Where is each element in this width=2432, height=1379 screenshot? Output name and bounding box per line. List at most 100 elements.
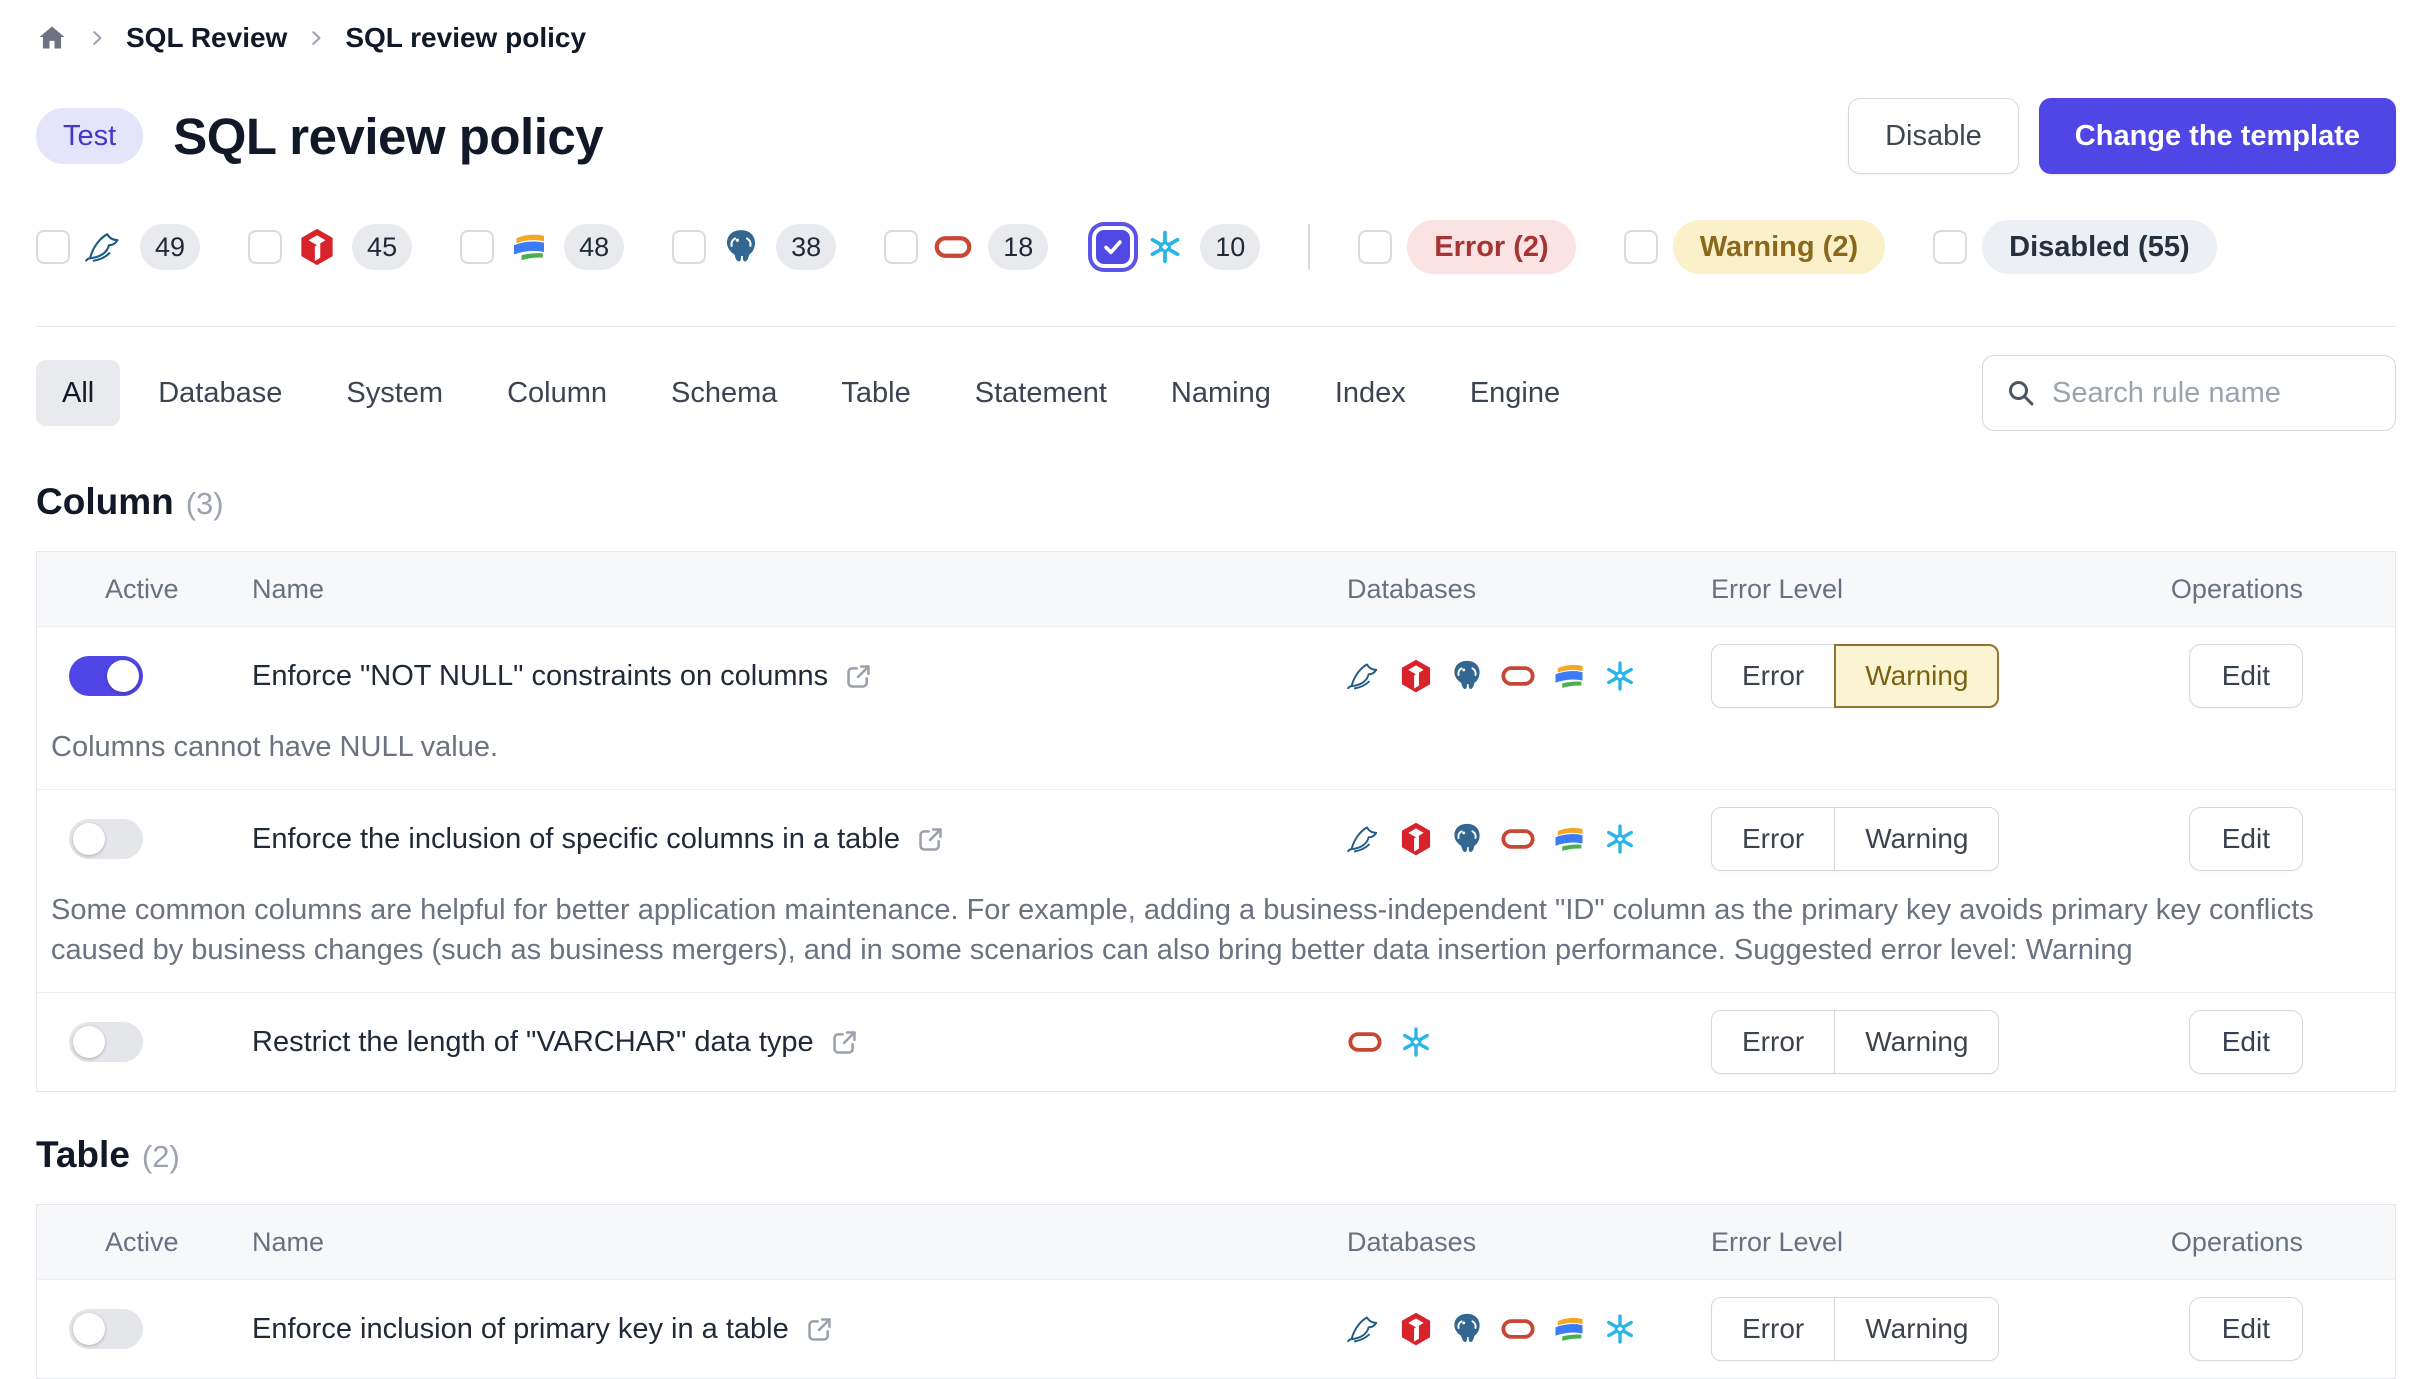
filter-level-warning[interactable]: Warning (2) [1624,220,1885,274]
snowflake-icon [1602,1311,1638,1347]
active-toggle[interactable] [69,819,143,859]
edit-button[interactable]: Edit [2189,1010,2303,1074]
external-link-icon[interactable] [805,1315,834,1344]
filter-engine-oceanbase[interactable]: 48 [460,224,624,270]
oceanbase-checkbox[interactable] [460,230,494,264]
tab-column[interactable]: Column [481,360,633,426]
postgresql-rule-count: 38 [776,224,836,270]
check-icon [1100,234,1126,260]
tidb-checkbox[interactable] [248,230,282,264]
home-icon[interactable] [36,22,68,54]
oracle-icon [1500,1311,1536,1347]
active-toggle[interactable] [69,1022,143,1062]
edit-button[interactable]: Edit [2189,807,2303,871]
warning-level-button[interactable]: Warning [1834,644,1999,708]
tidb-icon [1398,1311,1434,1347]
error-level-button[interactable]: Error [1711,644,1834,708]
rule-databases [1303,1024,1683,1060]
tidb-icon [1398,821,1434,857]
tab-database[interactable]: Database [132,360,308,426]
tab-system[interactable]: System [320,360,469,426]
col-header-name: Name [252,574,1303,605]
snowflake-icon [1145,227,1185,267]
tab-naming[interactable]: Naming [1145,360,1297,426]
filter-bar: 49 45 48 38 18 10 Er [36,220,2396,274]
toggle-knob [73,823,105,855]
snowflake-icon [1398,1024,1434,1060]
section-count: (3) [186,486,224,522]
error-level-button[interactable]: Error [1711,807,1834,871]
col-header-databases: Databases [1303,1227,1683,1258]
active-toggle[interactable] [69,1309,143,1349]
warning-level-button[interactable]: Warning [1834,807,1999,871]
error-checkbox[interactable] [1358,230,1392,264]
error-level-button[interactable]: Error [1711,1297,1834,1361]
disabled-checkbox[interactable] [1933,230,1967,264]
snowflake-checkbox[interactable] [1096,230,1130,264]
filter-engine-snowflake[interactable]: 10 [1096,224,1260,270]
postgresql-checkbox[interactable] [672,230,706,264]
search-input[interactable] [2052,377,2373,410]
oracle-checkbox[interactable] [884,230,918,264]
rule-databases [1303,658,1683,694]
tab-index[interactable]: Index [1309,360,1432,426]
rule-name-link[interactable]: Enforce "NOT NULL" constraints on column… [252,660,828,693]
active-toggle[interactable] [69,656,143,696]
filter-engine-oracle[interactable]: 18 [884,224,1048,270]
external-link-icon[interactable] [844,662,873,691]
filter-engine-postgresql[interactable]: 38 [672,224,836,270]
warning-level-button[interactable]: Warning [1834,1010,1999,1074]
rule-name-link[interactable]: Enforce the inclusion of specific column… [252,823,900,856]
filter-engine-mysql[interactable]: 49 [36,224,200,270]
rule-name-link[interactable]: Restrict the length of "VARCHAR" data ty… [252,1026,814,1059]
category-tabs: All Database System Column Schema Table … [36,360,1586,426]
oracle-rule-count: 18 [988,224,1048,270]
filter-engine-tidb[interactable]: 45 [248,224,412,270]
mysql-checkbox[interactable] [36,230,70,264]
oceanbase-icon [1551,658,1587,694]
postgresql-icon [1449,1311,1485,1347]
mysql-icon [1347,658,1383,694]
external-link-icon[interactable] [830,1028,859,1057]
tab-schema[interactable]: Schema [645,360,803,426]
chevron-right-icon [305,27,327,49]
disabled-count-pill: Disabled (55) [1982,220,2217,274]
tab-statement[interactable]: Statement [949,360,1133,426]
breadcrumb-item-sql-review[interactable]: SQL Review [126,22,287,54]
section-name: Table [36,1134,130,1176]
search-box[interactable] [1982,355,2396,431]
col-header-error-level: Error Level [1683,574,2093,605]
change-template-button[interactable]: Change the template [2039,98,2396,174]
postgresql-icon [1449,658,1485,694]
oceanbase-icon [509,227,549,267]
mysql-icon [1347,1311,1383,1347]
warning-level-button[interactable]: Warning [1834,1297,1999,1361]
filter-level-disabled[interactable]: Disabled (55) [1933,220,2217,274]
oceanbase-icon [1551,821,1587,857]
filter-level-error[interactable]: Error (2) [1358,220,1575,274]
col-header-error-level: Error Level [1683,1227,2093,1258]
section-count: (2) [142,1139,180,1175]
oceanbase-icon [1551,1311,1587,1347]
col-header-active: Active [37,1227,252,1258]
mysql-icon [85,227,125,267]
rule-description: Columns cannot have NULL value. [37,725,2395,789]
edit-button[interactable]: Edit [2189,1297,2303,1361]
error-level-segmented: Error Warning [1711,644,1999,708]
tab-table[interactable]: Table [815,360,936,426]
snowflake-rule-count: 10 [1200,224,1260,270]
edit-button[interactable]: Edit [2189,644,2303,708]
warning-checkbox[interactable] [1624,230,1658,264]
tab-all[interactable]: All [36,360,120,426]
sql-review-policy-page: SQL Review SQL review policy Test SQL re… [0,0,2432,1379]
external-link-icon[interactable] [916,825,945,854]
disable-button[interactable]: Disable [1848,98,2019,174]
rules-table-table: Active Name Databases Error Level Operat… [36,1204,2396,1379]
section-title-column: Column (3) [36,481,2396,523]
rule-name-link[interactable]: Enforce inclusion of primary key in a ta… [252,1313,789,1346]
error-count-pill: Error (2) [1407,220,1575,274]
error-level-segmented: Error Warning [1711,1297,1999,1361]
rule-description: Some common columns are helpful for bett… [37,888,2395,992]
tab-engine[interactable]: Engine [1444,360,1586,426]
error-level-button[interactable]: Error [1711,1010,1834,1074]
